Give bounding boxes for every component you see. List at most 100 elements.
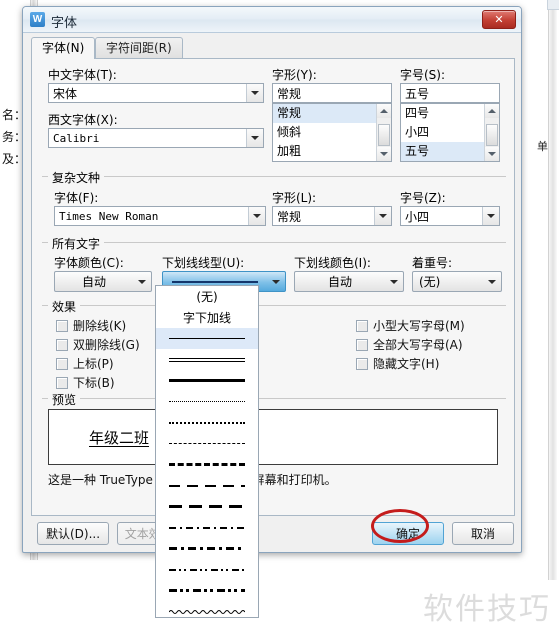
complex-scripts-title: 复杂文种	[48, 169, 105, 186]
western-font-combo[interactable]: Calibri	[48, 128, 264, 148]
watermark: 软件技巧	[423, 592, 551, 627]
document-right-scrollbar[interactable]	[548, 0, 557, 580]
cancel-button[interactable]: 取消	[452, 522, 514, 545]
tab-font[interactable]: 字体(N)	[31, 37, 96, 59]
list-item[interactable]: 倾斜	[273, 123, 391, 142]
dropdown-item-dashdotdot-thin[interactable]	[156, 559, 258, 580]
dropdown-item-label: 字下加线	[182, 311, 231, 325]
checkbox-small-caps[interactable]: 小型大写字母(M)	[356, 317, 465, 334]
dropdown-item-dashdotdot-thick[interactable]	[156, 580, 258, 601]
dropdown-item-dashdot-thick[interactable]	[156, 538, 258, 559]
scrollbar-thumb[interactable]	[378, 124, 390, 146]
underline-style-dropdown[interactable]: (无) 字下加线	[155, 285, 259, 618]
dropdown-item-double[interactable]	[156, 349, 258, 370]
cs-style-combo[interactable]: 常规	[272, 206, 392, 226]
dropdown-item-none[interactable]: (无)	[156, 286, 258, 307]
checkbox-icon[interactable]	[56, 319, 68, 332]
list-item[interactable]: 常规	[273, 104, 391, 123]
checkbox-icon[interactable]	[356, 357, 368, 370]
checkbox-label: 上标(P)	[73, 357, 114, 371]
cs-size-combo[interactable]: 小四	[400, 206, 500, 226]
cs-font-combo[interactable]: Times New Roman	[54, 206, 266, 226]
chevron-down-icon[interactable]	[246, 129, 263, 147]
chinese-font-combo[interactable]: 宋体	[48, 83, 264, 103]
font-size-scrollbar[interactable]	[484, 104, 499, 161]
checkbox-strikethrough[interactable]: 删除线(K)	[56, 317, 126, 334]
scroll-up-icon[interactable]	[485, 104, 499, 118]
scroll-down-icon[interactable]	[485, 147, 499, 161]
cs-style-label: 字形(L):	[272, 191, 317, 205]
checkbox-hidden-text[interactable]: 隐藏文字(H)	[356, 355, 439, 372]
chevron-down-icon[interactable]	[267, 279, 285, 284]
line-sample-double	[169, 357, 245, 362]
dropdown-item-dashed-thick[interactable]	[156, 454, 258, 475]
dropdown-item-words-only[interactable]: 字下加线	[156, 307, 258, 328]
line-sample-dotted-thin	[169, 401, 245, 402]
chevron-down-icon[interactable]	[133, 279, 151, 284]
checkbox-icon[interactable]	[56, 357, 68, 370]
checkbox-double-strikethrough[interactable]: 双删除线(G)	[56, 336, 140, 353]
effects-title: 效果	[48, 298, 81, 315]
checkbox-label: 删除线(K)	[73, 319, 127, 333]
dropdown-item-dotted-thick[interactable]	[156, 412, 258, 433]
font-color-combo[interactable]: 自动	[54, 271, 152, 292]
dropdown-item-wave-thin[interactable]	[156, 601, 258, 617]
checkbox-icon[interactable]	[356, 338, 368, 351]
cs-size-value: 小四	[405, 209, 430, 224]
chevron-down-icon[interactable]	[374, 207, 391, 225]
doc-glyph-right: 单	[537, 140, 548, 153]
underline-color-label: 下划线颜色(I):	[294, 256, 371, 270]
font-style-scrollbar[interactable]	[376, 104, 391, 161]
checkbox-superscript[interactable]: 上标(P)	[56, 355, 114, 372]
emphasis-mark-combo[interactable]: (无)	[412, 271, 502, 292]
font-size-listbox[interactable]: 四号 小四 五号	[400, 103, 500, 162]
underline-style-sample	[163, 280, 267, 283]
checkbox-icon[interactable]	[356, 319, 368, 332]
line-sample-single	[169, 338, 245, 339]
font-style-input[interactable]: 常规	[272, 83, 392, 103]
chevron-down-icon[interactable]	[246, 84, 263, 102]
dropdown-item-dashdot-thin[interactable]	[156, 517, 258, 538]
preview-group: 预览 年级二班 这是一种 TrueType 字体，同时适用于屏幕和打印机。	[42, 391, 506, 491]
chevron-down-icon[interactable]	[385, 279, 403, 284]
dialog-titlebar[interactable]: W 字体 ✕	[23, 7, 521, 33]
preview-sample-text: 年级二班	[89, 429, 150, 447]
chevron-down-icon[interactable]	[483, 279, 501, 284]
checkbox-subscript[interactable]: 下标(B)	[56, 374, 115, 391]
line-sample-dashed-thin	[169, 443, 245, 444]
dropdown-item-dashed-thin[interactable]	[156, 433, 258, 454]
tabstrip: 字体(N) 字符间距(R)	[31, 37, 515, 59]
default-button[interactable]: 默认(D)...	[37, 522, 109, 545]
dropdown-item-label: (无)	[196, 290, 218, 304]
dropdown-item-longdash-thick[interactable]	[156, 496, 258, 517]
close-icon[interactable]: ✕	[482, 10, 516, 29]
checkbox-all-caps[interactable]: 全部大写字母(A)	[356, 336, 463, 353]
dropdown-item-single[interactable]	[156, 328, 258, 349]
list-item[interactable]: 加粗	[273, 142, 391, 161]
line-sample-dashdot-thin	[169, 526, 245, 529]
scroll-up-icon[interactable]	[377, 104, 391, 118]
chinese-font-value: 宋体	[53, 86, 78, 101]
checkbox-icon[interactable]	[56, 376, 68, 389]
scrollbar-thumb[interactable]	[486, 124, 498, 146]
font-style-listbox[interactable]: 常规 倾斜 加粗	[272, 103, 392, 162]
tab-character-spacing[interactable]: 字符间距(R)	[95, 37, 183, 59]
line-sample-longdash-thick	[169, 505, 245, 508]
checkbox-label: 下标(B)	[73, 376, 115, 390]
group-divider	[42, 398, 506, 399]
dropdown-item-thick[interactable]	[156, 370, 258, 391]
ok-button[interactable]: 确定	[372, 522, 444, 545]
font-size-label: 字号(S):	[400, 68, 446, 82]
checkbox-icon[interactable]	[56, 338, 68, 351]
font-color-label: 字体颜色(C):	[54, 256, 124, 270]
dropdown-item-dotted-thin[interactable]	[156, 391, 258, 412]
checkbox-label: 双删除线(G)	[73, 338, 140, 352]
dropdown-item-longdash-thin[interactable]	[156, 475, 258, 496]
underline-color-combo[interactable]: 自动	[294, 271, 404, 292]
chevron-down-icon[interactable]	[482, 207, 499, 225]
dialog-title: 字体	[51, 16, 78, 31]
scroll-down-icon[interactable]	[377, 147, 391, 161]
line-sample-longdash-thin	[169, 484, 245, 487]
chevron-down-icon[interactable]	[248, 207, 265, 225]
font-size-input[interactable]: 五号	[400, 83, 500, 103]
